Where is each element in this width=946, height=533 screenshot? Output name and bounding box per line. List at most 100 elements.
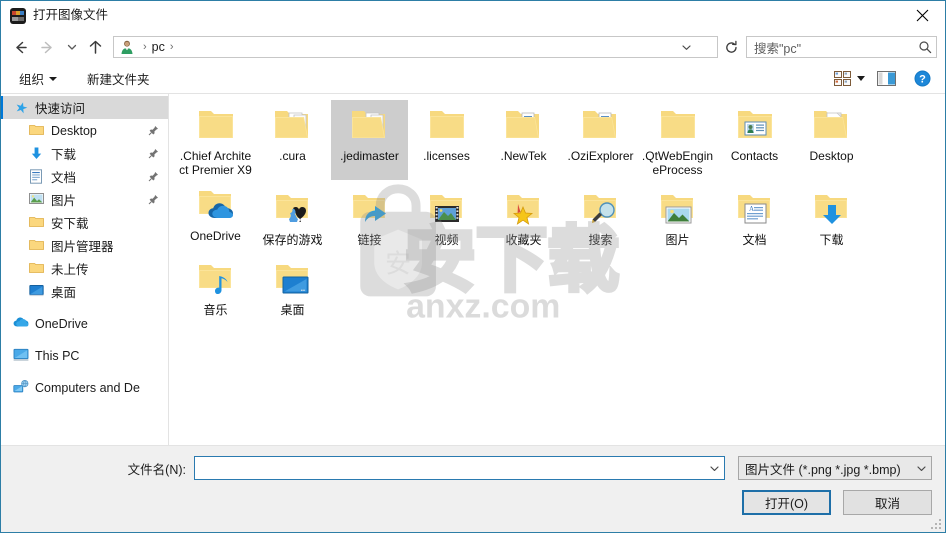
file-name: Contacts bbox=[730, 149, 779, 163]
filename-combobox[interactable] bbox=[194, 456, 725, 480]
file-item[interactable]: Desktop bbox=[793, 100, 870, 180]
folder-glyph bbox=[29, 216, 44, 227]
filetype-combobox[interactable]: 图片文件 (*.png *.jpg *.bmp) bbox=[738, 456, 932, 480]
file-item[interactable]: 音乐 bbox=[177, 254, 254, 320]
breadcrumb-separator-2[interactable]: › bbox=[165, 41, 179, 53]
file-item[interactable]: .OziExplorer bbox=[562, 100, 639, 180]
file-list-pane[interactable]: .Chief Architect Premier X9 .cura .jedim… bbox=[169, 94, 945, 445]
folder-icon bbox=[29, 215, 45, 231]
file-item[interactable]: .NewTek bbox=[485, 100, 562, 180]
address-bar[interactable]: › pc › bbox=[113, 36, 718, 58]
search-box[interactable]: 搜索"pc" bbox=[746, 36, 937, 58]
sidebar-item-label: 图片管理器 bbox=[51, 240, 114, 254]
sidebar-item-picture-manager[interactable]: 图片管理器 bbox=[1, 234, 168, 257]
file-name: 链接 bbox=[357, 233, 382, 247]
filename-dropdown-button[interactable] bbox=[704, 463, 724, 474]
file-item[interactable]: 视频 bbox=[408, 184, 485, 250]
up-arrow-icon bbox=[89, 40, 102, 54]
file-name: .OziExplorer bbox=[567, 149, 634, 163]
file-item[interactable]: OneDrive bbox=[177, 180, 254, 250]
organize-button[interactable]: 组织 bbox=[13, 66, 63, 91]
close-button[interactable] bbox=[900, 1, 945, 30]
folder-documents-glyph: A bbox=[737, 195, 770, 224]
file-item[interactable]: .cura bbox=[254, 100, 331, 180]
sidebar-item-label: 图片 bbox=[51, 194, 77, 208]
sidebar-item-not-uploaded[interactable]: 未上传 bbox=[1, 257, 168, 280]
resize-grip-icon[interactable] bbox=[931, 519, 941, 529]
help-button[interactable]: ? bbox=[909, 68, 935, 90]
sidebar-item-desktop-cn[interactable]: 桌面 bbox=[1, 280, 168, 303]
folder-documents-icon: A bbox=[730, 188, 780, 230]
address-dropdown-button[interactable] bbox=[678, 37, 695, 57]
pin-icon[interactable] bbox=[148, 171, 160, 183]
forward-button[interactable] bbox=[34, 34, 61, 60]
pin-glyph bbox=[148, 194, 158, 204]
new-folder-button[interactable]: 新建文件夹 bbox=[81, 66, 156, 91]
search-input[interactable]: 搜索"pc" bbox=[747, 38, 914, 57]
folder-links-glyph bbox=[352, 195, 386, 222]
up-button[interactable] bbox=[82, 34, 109, 60]
this-pc-glyph bbox=[13, 348, 29, 361]
filetype-dropdown-button[interactable] bbox=[911, 463, 931, 474]
cancel-button[interactable]: 取消 bbox=[843, 490, 932, 515]
sidebar-item-computers-and-devices[interactable]: Computers and De bbox=[1, 376, 168, 399]
sidebar-item-downloads[interactable]: 下载 bbox=[1, 142, 168, 165]
file-name: 图片 bbox=[665, 233, 690, 247]
sidebar-item-quick-access[interactable]: 快速访问 bbox=[1, 96, 168, 119]
file-item[interactable]: 下载 bbox=[793, 184, 870, 250]
open-button[interactable]: 打开(O) bbox=[742, 490, 831, 515]
sidebar-item-desktop[interactable]: Desktop bbox=[1, 119, 168, 142]
sidebar-item-label: This PC bbox=[35, 348, 80, 363]
pin-icon[interactable] bbox=[148, 148, 160, 160]
view-mode-chevron-down-icon[interactable] bbox=[857, 76, 865, 81]
folder-favorites-glyph bbox=[506, 195, 539, 225]
view-mode-button[interactable] bbox=[829, 68, 855, 90]
file-item[interactable]: A 文档 bbox=[716, 184, 793, 250]
refresh-button[interactable] bbox=[721, 34, 742, 60]
file-item[interactable]: 图片 bbox=[639, 184, 716, 250]
search-icon[interactable] bbox=[914, 40, 936, 54]
sidebar-item-this-pc[interactable]: This PC bbox=[1, 344, 168, 367]
filename-label: 文件名(N): bbox=[127, 462, 186, 477]
sidebar-item-documents[interactable]: 文档 bbox=[1, 165, 168, 188]
organize-label: 组织 bbox=[19, 73, 45, 87]
preview-pane-button[interactable] bbox=[873, 68, 899, 90]
svg-text:A: A bbox=[749, 205, 754, 213]
footer-button-row: 打开(O) 取消 bbox=[742, 490, 932, 515]
file-item[interactable]: Contacts bbox=[716, 100, 793, 180]
pin-icon[interactable] bbox=[148, 125, 160, 137]
file-item-selected[interactable]: .jedimaster bbox=[331, 100, 408, 180]
folder-lined-icon bbox=[576, 104, 626, 146]
file-item[interactable]: .licenses bbox=[408, 100, 485, 180]
download-arrow-icon bbox=[29, 146, 45, 162]
navigation-sidebar[interactable]: 快速访问 Desktop 下载 文档 图片 安下载 图片管理器 未上传 桌面 O… bbox=[1, 94, 169, 445]
file-item[interactable]: 链接 bbox=[331, 184, 408, 250]
monitor-icon bbox=[29, 284, 45, 300]
sidebar-item-label: Desktop bbox=[51, 123, 97, 138]
folder-plain-glyph bbox=[429, 111, 464, 138]
file-name: 下载 bbox=[819, 233, 844, 247]
sidebar-item-pictures[interactable]: 图片 bbox=[1, 188, 168, 211]
sidebar-item-onedrive[interactable]: OneDrive bbox=[1, 312, 168, 335]
monitor-glyph bbox=[29, 284, 44, 296]
breadcrumb-item-pc[interactable]: pc bbox=[152, 40, 165, 54]
file-item[interactable]: 桌面 bbox=[254, 254, 331, 320]
sidebar-item-label: 安下载 bbox=[51, 217, 89, 231]
help-icon: ? bbox=[914, 70, 930, 87]
folder-glyph bbox=[29, 239, 44, 250]
file-item[interactable]: 收藏夹 bbox=[485, 184, 562, 250]
network-glyph bbox=[13, 379, 29, 392]
file-item[interactable]: 搜索 bbox=[562, 184, 639, 250]
sidebar-item-anxiazai[interactable]: 安下载 bbox=[1, 211, 168, 234]
back-button[interactable] bbox=[7, 34, 34, 60]
recent-locations-button[interactable] bbox=[61, 34, 82, 60]
folder-desktop-glyph bbox=[813, 111, 847, 138]
pin-icon[interactable] bbox=[148, 194, 160, 206]
window-title: 打开图像文件 bbox=[33, 8, 109, 22]
close-icon bbox=[916, 9, 929, 22]
folder-links-icon bbox=[345, 188, 395, 230]
file-item[interactable]: 保存的游戏 bbox=[254, 184, 331, 250]
onedrive-cloud-icon bbox=[13, 316, 29, 332]
file-item[interactable]: .Chief Architect Premier X9 bbox=[177, 100, 254, 180]
file-item[interactable]: .QtWebEngineProcess bbox=[639, 100, 716, 180]
